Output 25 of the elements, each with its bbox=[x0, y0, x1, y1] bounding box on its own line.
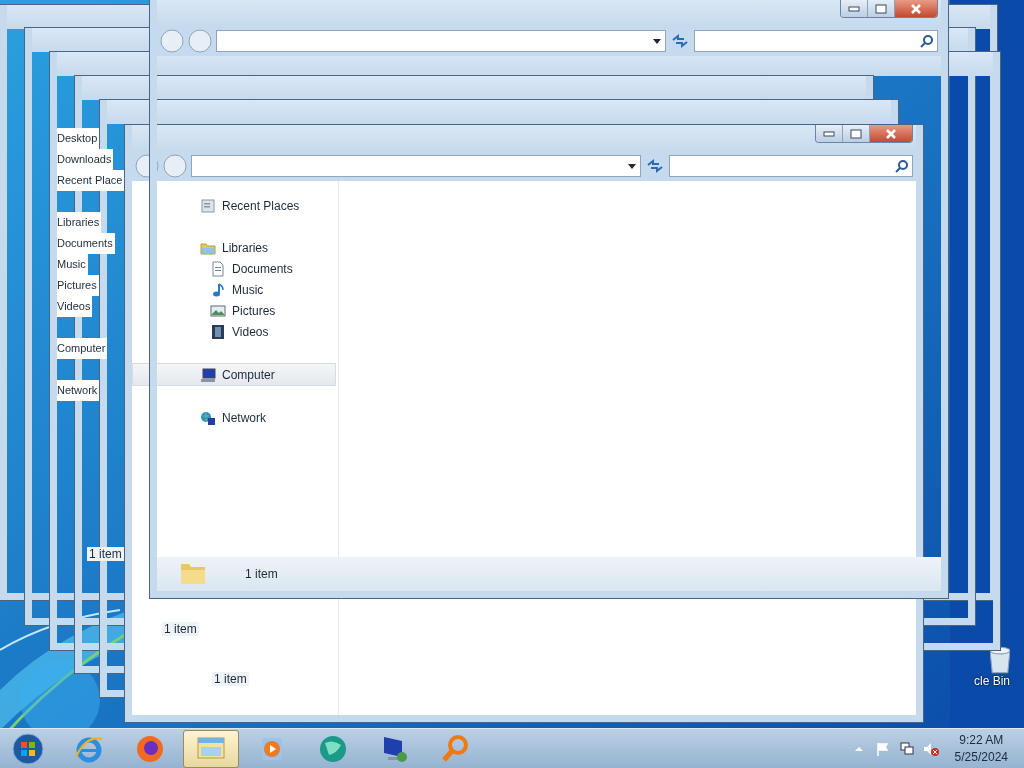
nav-item[interactable]: Desktop bbox=[57, 128, 100, 149]
desktop-icon-label: cle Bin bbox=[973, 674, 1010, 688]
status-text: 1 item bbox=[212, 672, 249, 686]
clock-time[interactable]: 9:22 AM bbox=[959, 732, 1004, 749]
nav-item[interactable]: Recent Places bbox=[132, 195, 338, 216]
nav-item[interactable]: Libraries bbox=[132, 237, 338, 258]
nav-item[interactable]: Computer bbox=[132, 363, 336, 386]
nav-item[interactable]: Pictures bbox=[57, 275, 99, 296]
status-text: 1 item bbox=[162, 622, 199, 636]
nav-item[interactable]: Music bbox=[57, 254, 88, 275]
nav-item[interactable]: Music bbox=[132, 279, 338, 300]
clock-date[interactable]: 5/25/2024 bbox=[954, 749, 1008, 766]
nav-item[interactable]: Downloads bbox=[57, 149, 114, 170]
nav-item[interactable]: Documents bbox=[57, 233, 115, 254]
nav-item[interactable]: Libraries bbox=[57, 212, 102, 233]
nav-item[interactable]: Documents bbox=[132, 258, 338, 279]
status-text: 1 item bbox=[87, 547, 124, 561]
nav-item[interactable]: Recent Place bbox=[57, 170, 125, 191]
nav-item[interactable]: Videos bbox=[132, 321, 338, 342]
nav-item[interactable]: Videos bbox=[57, 296, 93, 317]
nav-item[interactable]: Network bbox=[132, 407, 338, 428]
nav-item[interactable]: Pictures bbox=[132, 300, 338, 321]
status-text: 1 item bbox=[245, 567, 278, 581]
nav-item[interactable]: Network bbox=[57, 380, 100, 401]
nav-item[interactable]: Computer bbox=[57, 338, 108, 359]
